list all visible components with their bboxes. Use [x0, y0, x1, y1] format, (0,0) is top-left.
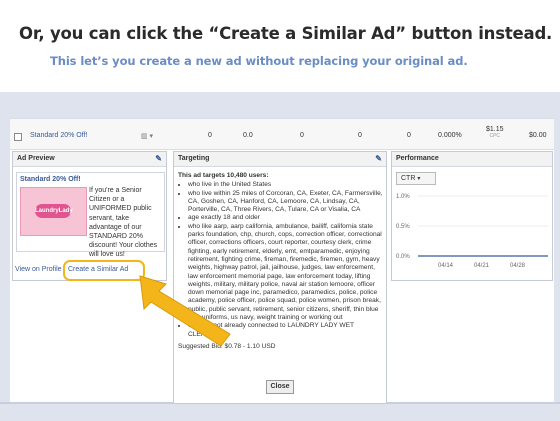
y-tick: 0.5% [396, 224, 410, 230]
spent-cell: $0.00 [529, 132, 547, 139]
pencil-icon[interactable]: ✎ [375, 152, 382, 166]
stat-cell: 0 [407, 132, 411, 139]
targeting-heading: This ad targets 10,480 users: [178, 172, 269, 179]
performance-chart: 1.0% 0.5% 0.0% 04/14 04/21 04/28 [396, 194, 548, 269]
ad-image[interactable]: LaundryLady [20, 187, 87, 236]
ad-preview-title: Ad Preview [17, 155, 55, 162]
targeting-item: age exactly 18 and older [188, 214, 383, 222]
performance-header: Performance [392, 152, 552, 167]
targeting-item: who live within 25 miles of Corcoran, CA… [188, 190, 383, 215]
column-grip-icon[interactable]: ▥ ▾ [141, 132, 153, 140]
x-tick: 04/28 [510, 263, 526, 269]
ad-body-text: If you're a Senior Citizen or a UNIFORME… [89, 187, 158, 259]
x-tick: 04/21 [474, 263, 490, 269]
y-tick: 0.0% [396, 254, 410, 260]
pencil-icon[interactable]: ✎ [155, 152, 162, 166]
slide-subtitle: This let’s you create a new ad without r… [50, 54, 468, 68]
ad-card-title[interactable]: Standard 20% Off! [20, 176, 81, 183]
ad-preview-header: Ad Preview ✎ [13, 152, 166, 167]
bid-price: $1.15 CPC [486, 126, 504, 139]
stat-cell: 0 [300, 132, 304, 139]
ad-select-checkbox[interactable] [14, 133, 22, 141]
ad-card: Standard 20% Off! LaundryLady If you're … [16, 172, 165, 258]
ad-name-link[interactable]: Standard 20% Off! [30, 132, 87, 139]
y-tick: 1.0% [396, 194, 410, 200]
performance-panel: Performance CTR ▾ 1.0% 0.5% 0.0% 04/14 0… [391, 151, 553, 281]
targeting-title: Targeting [178, 155, 210, 162]
arrow-icon [139, 275, 231, 347]
ad-summary-row: Standard 20% Off! ▥ ▾ 0 0.0 0 0 0 0.000%… [10, 118, 554, 150]
bid-price-unit: CPC [489, 133, 501, 139]
x-tick: 04/14 [438, 263, 454, 269]
ad-preview-panel: Ad Preview ✎ Standard 20% Off! LaundryLa… [12, 151, 167, 281]
targeting-header: Targeting ✎ [174, 152, 386, 167]
slide-header: Or, you can click the “Create a Similar … [0, 0, 560, 92]
close-button[interactable]: Close [266, 380, 294, 394]
view-on-profile-link[interactable]: View on Profile [15, 266, 62, 273]
performance-title: Performance [396, 155, 439, 162]
stat-cell: 0.0 [243, 132, 253, 139]
targeting-item: who live in the United States [188, 181, 383, 189]
laundry-lady-logo: LaundryLady [35, 204, 73, 218]
stat-cell: 0 [358, 132, 362, 139]
highlight-ring [63, 260, 145, 281]
stat-cell: 0 [208, 132, 212, 139]
slide-title: Or, you can click the “Create a Similar … [19, 24, 553, 43]
stat-cell: 0.000% [438, 132, 462, 139]
ads-manager-screenshot: Standard 20% Off! ▥ ▾ 0 0.0 0 0 0 0.000%… [10, 118, 554, 404]
bid-price-value: $1.15 [486, 126, 504, 133]
